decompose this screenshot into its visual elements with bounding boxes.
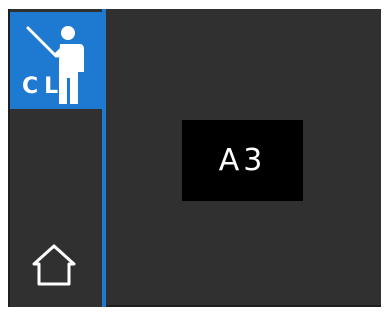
mode-tile-cl[interactable]: CL (10, 12, 102, 109)
home-icon (32, 244, 76, 286)
value-display: A3 (182, 120, 303, 201)
sidebar-divider (102, 9, 106, 307)
home-button[interactable] (28, 238, 80, 290)
value-display-text: A3 (218, 143, 267, 178)
mode-tile-label: CL (22, 74, 65, 99)
